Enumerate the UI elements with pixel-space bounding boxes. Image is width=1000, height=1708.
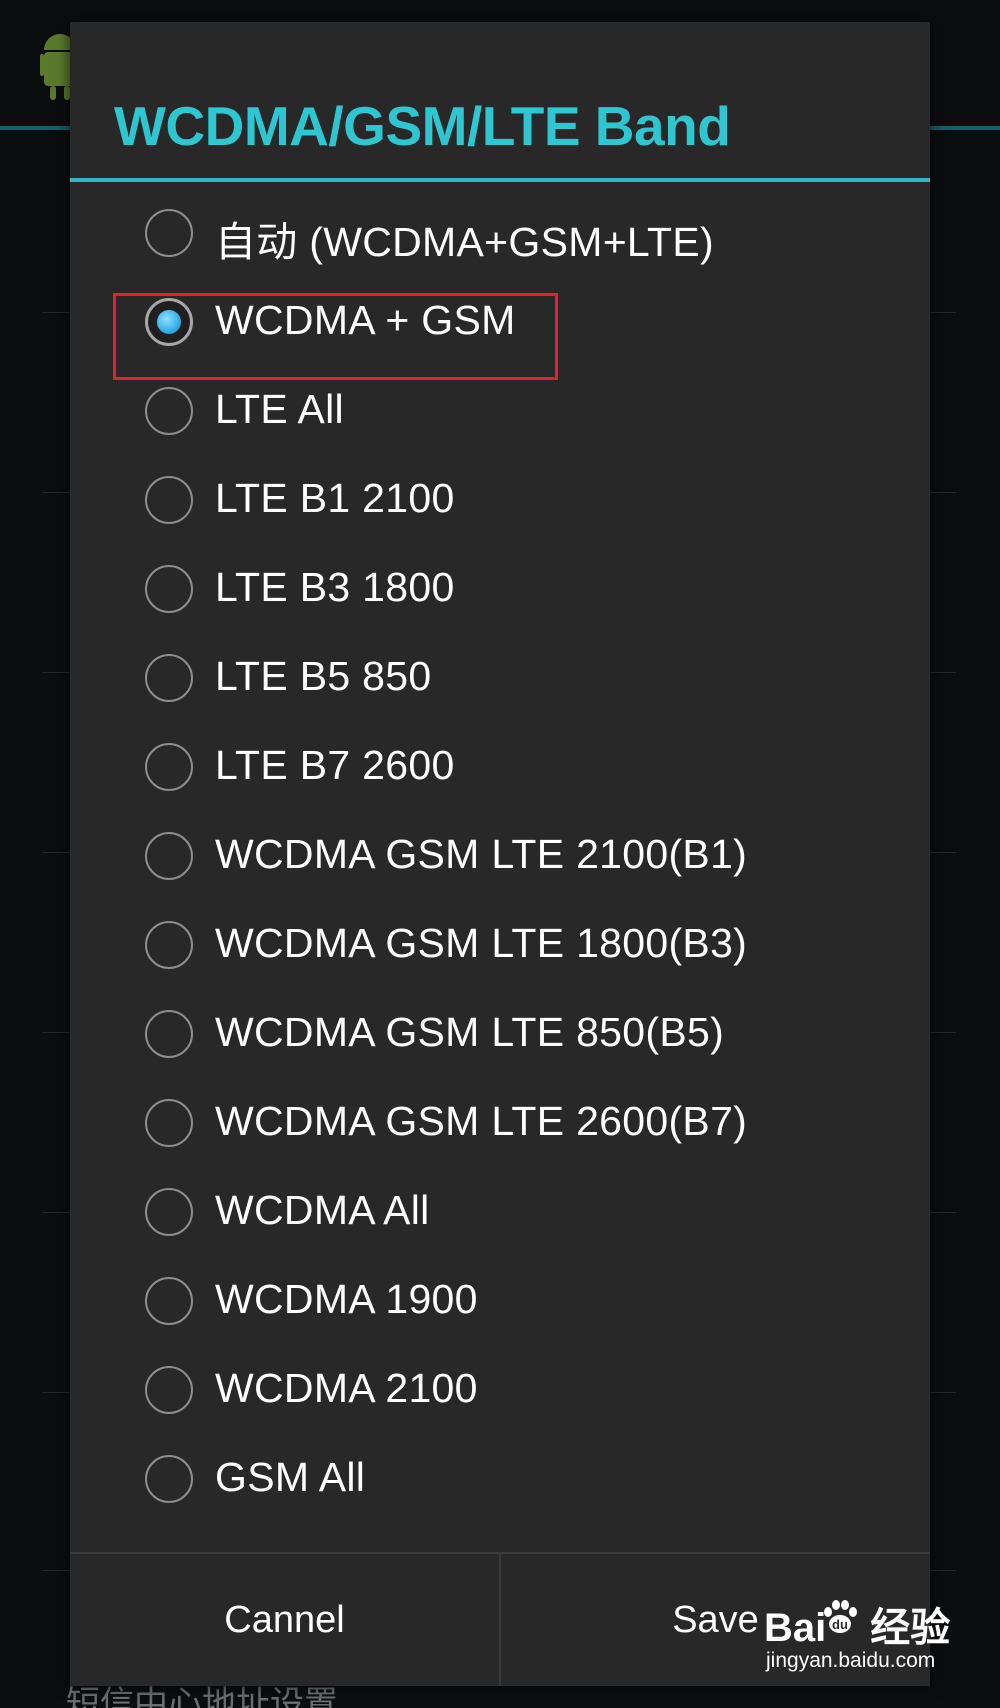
band-option-label: LTE B7 2600	[215, 742, 455, 788]
band-option[interactable]: WCDMA All	[70, 1167, 930, 1256]
band-option[interactable]: WCDMA GSM LTE 850(B5)	[70, 989, 930, 1078]
band-option-label: LTE B5 850	[215, 653, 432, 699]
title-divider	[70, 178, 930, 182]
band-option[interactable]: WCDMA 1900	[70, 1256, 930, 1345]
band-option[interactable]: WCDMA GSM LTE 2600(B7)	[70, 1078, 930, 1167]
band-option[interactable]: 自动 (WCDMA+GSM+LTE)	[70, 188, 930, 277]
radio-unchecked-icon[interactable]	[145, 1099, 193, 1147]
radio-unchecked-icon[interactable]	[145, 832, 193, 880]
radio-unchecked-icon[interactable]	[145, 476, 193, 524]
baidu-jingyan-watermark: Bai 经验 du jingyan.baidu.com	[764, 1595, 974, 1685]
radio-unchecked-icon[interactable]	[145, 565, 193, 613]
band-option[interactable]: LTE B3 1800	[70, 544, 930, 633]
band-option-label: WCDMA GSM LTE 2600(B7)	[215, 1098, 748, 1144]
radio-unchecked-icon[interactable]	[145, 1366, 193, 1414]
radio-unchecked-icon[interactable]	[145, 1010, 193, 1058]
radio-unchecked-icon[interactable]	[145, 743, 193, 791]
watermark-brand-right: 经验	[870, 1606, 951, 1650]
radio-unchecked-icon[interactable]	[145, 1188, 193, 1236]
radio-unchecked-icon[interactable]	[145, 1277, 193, 1325]
radio-unchecked-icon[interactable]	[145, 921, 193, 969]
radio-unchecked-icon[interactable]	[145, 654, 193, 702]
radio-unchecked-icon[interactable]	[145, 1455, 193, 1503]
watermark-url: jingyan.baidu.com	[766, 1649, 936, 1672]
band-option-label: WCDMA 2100	[215, 1365, 478, 1411]
band-option-label: LTE All	[215, 386, 344, 432]
selected-option-highlight	[113, 293, 558, 380]
band-option-list: 自动 (WCDMA+GSM+LTE) WCDMA + GSM LTE All LTE …	[70, 188, 930, 1523]
band-option[interactable]: LTE B7 2600	[70, 722, 930, 811]
band-option-label: LTE B1 2100	[215, 475, 455, 521]
band-option[interactable]: LTE B5 850	[70, 633, 930, 722]
radio-unchecked-icon[interactable]	[145, 387, 193, 435]
band-option-label: WCDMA 1900	[215, 1276, 478, 1322]
band-option[interactable]: WCDMA GSM LTE 2100(B1)	[70, 811, 930, 900]
band-option-label: WCDMA GSM LTE 1800(B3)	[215, 920, 748, 966]
band-option[interactable]: LTE B1 2100	[70, 455, 930, 544]
cancel-button[interactable]: Cannel	[70, 1554, 501, 1686]
band-option[interactable]: WCDMA 2100	[70, 1345, 930, 1434]
band-option-label: 自动 (WCDMA+GSM+LTE)	[215, 219, 714, 265]
watermark-brand-left: Bai	[764, 1606, 827, 1650]
radio-unchecked-icon[interactable]	[145, 209, 193, 257]
band-option-label: GSM All	[215, 1454, 366, 1500]
band-option-label: WCDMA All	[215, 1187, 430, 1233]
band-selection-dialog: WCDMA/GSM/LTE Band 自动 (WCDMA+GSM+LTE) WCD…	[70, 22, 930, 1686]
dialog-title: WCDMA/GSM/LTE Band	[114, 95, 731, 157]
svg-text:du: du	[832, 1617, 848, 1632]
band-option[interactable]: WCDMA GSM LTE 1800(B3)	[70, 900, 930, 989]
band-option-label: WCDMA GSM LTE 2100(B1)	[215, 831, 748, 877]
band-option-label: WCDMA GSM LTE 850(B5)	[215, 1009, 725, 1055]
band-option-label: LTE B3 1800	[215, 564, 455, 610]
band-option[interactable]: GSM All	[70, 1434, 930, 1523]
baidu-paw-icon: du	[824, 1600, 857, 1633]
